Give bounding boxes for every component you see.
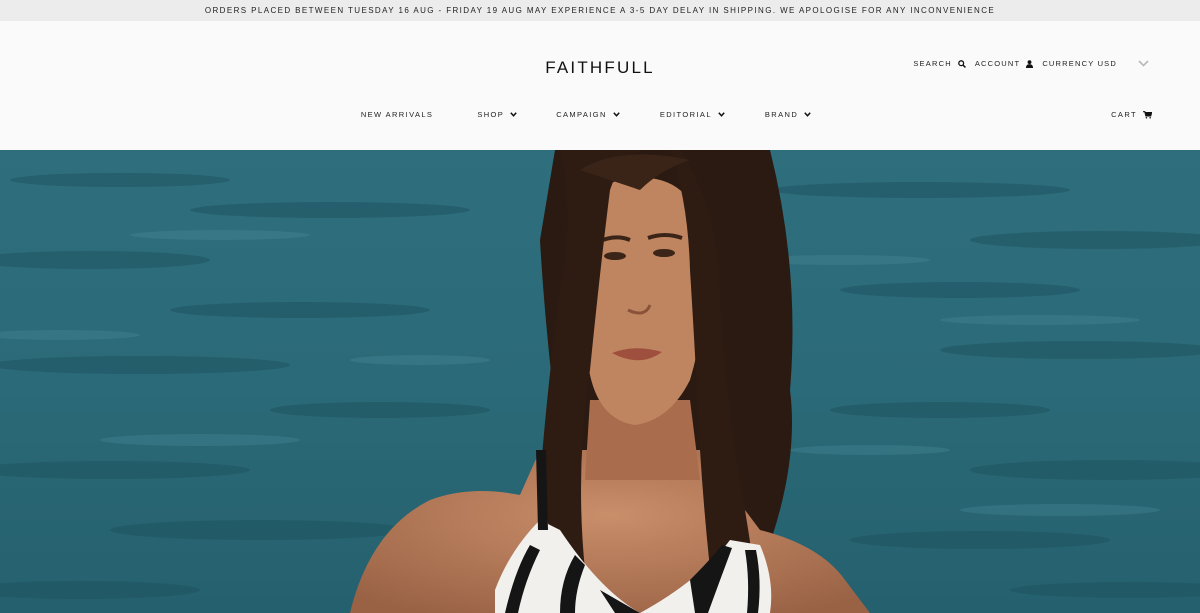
cart-link[interactable]: CART xyxy=(1111,110,1152,119)
account-link[interactable]: ACCOUNT xyxy=(974,59,1034,68)
search-label: SEARCH xyxy=(913,59,952,68)
announcement-bar: ORDERS PLACED BETWEEN TUESDAY 16 AUG - F… xyxy=(0,0,1200,21)
nav-label: NEW ARRIVALS xyxy=(360,110,434,119)
hero-photo xyxy=(0,150,1200,613)
nav-label: CAMPAIGN xyxy=(556,110,607,119)
announcement-text: ORDERS PLACED BETWEEN TUESDAY 16 AUG - F… xyxy=(204,6,996,15)
nav-shop[interactable]: SHOP xyxy=(477,110,517,119)
user-icon xyxy=(1026,59,1034,68)
cart-label: CART xyxy=(1111,110,1137,119)
search-link[interactable]: SEARCH xyxy=(913,59,966,68)
main-nav: NEW ARRIVALS SHOP CAMPAIGN EDITORIAL BRA… xyxy=(0,110,1200,119)
utility-nav: SEARCH ACCOUNT CURRENCY USD xyxy=(913,59,1149,68)
site-header: FAITHFULL SEARCH ACCOUNT CURRENCY USD NE… xyxy=(0,21,1200,150)
nav-new-arrivals[interactable]: NEW ARRIVALS xyxy=(361,110,434,119)
account-label: ACCOUNT xyxy=(974,59,1021,68)
chevron-down-icon xyxy=(613,112,620,117)
hero-banner[interactable] xyxy=(0,150,1200,613)
nav-brand[interactable]: BRAND xyxy=(765,110,811,119)
search-icon xyxy=(957,59,966,68)
chevron-down-icon xyxy=(804,112,811,117)
currency-selector[interactable]: CURRENCY USD xyxy=(1042,59,1117,68)
nav-editorial[interactable]: EDITORIAL xyxy=(660,110,725,119)
nav-label: SHOP xyxy=(477,110,505,119)
currency-label: CURRENCY USD xyxy=(1042,59,1117,68)
chevron-down-icon xyxy=(510,112,517,117)
cart-icon xyxy=(1143,110,1152,119)
nav-label: EDITORIAL xyxy=(659,110,712,119)
nav-label: BRAND xyxy=(764,110,799,119)
chevron-down-icon xyxy=(718,112,725,117)
chevron-down-icon[interactable] xyxy=(1132,60,1149,67)
nav-campaign[interactable]: CAMPAIGN xyxy=(556,110,620,119)
